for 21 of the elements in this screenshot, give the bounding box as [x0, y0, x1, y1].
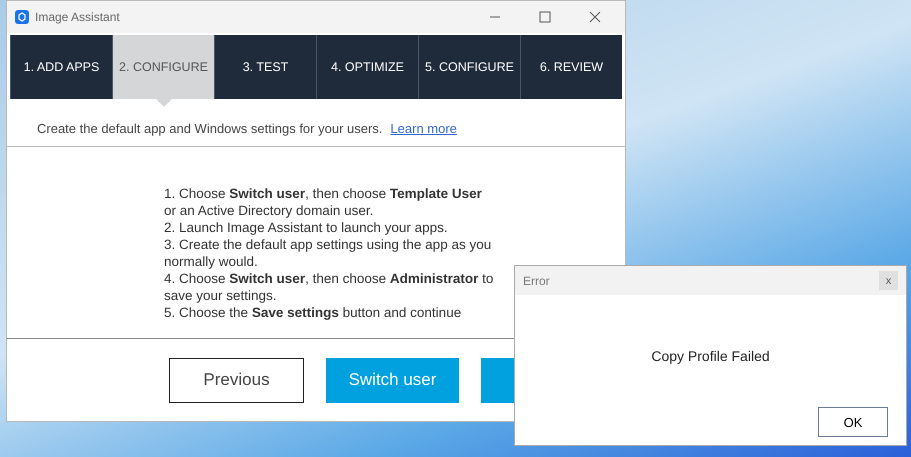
step-tab[interactable]: 5. CONFIGURE [418, 35, 520, 99]
window-title: Image Assistant [35, 10, 120, 24]
step-tab[interactable]: 4. OPTIMIZE [316, 35, 418, 99]
step-tab[interactable]: 3. TEST [214, 35, 316, 99]
instruction-step: 2. Launch Image Assistant to launch your apps. [164, 219, 494, 236]
app-icon [15, 10, 29, 24]
dialog-title: Error [523, 274, 550, 288]
description-text: Create the default app and Windows settings for your users. [37, 121, 382, 136]
instruction-step: 1. Choose Switch user, then choose Template User or an Active Directory domain user. [164, 185, 494, 219]
close-icon[interactable] [589, 11, 601, 23]
close-button[interactable]: x [879, 271, 898, 290]
step-tab[interactable]: 6. REVIEW [520, 35, 622, 99]
wizard-button[interactable]: Previous [169, 358, 304, 402]
pointer-icon [156, 99, 172, 107]
error-message: Copy Profile Failed [651, 348, 770, 364]
ok-button[interactable]: OK [818, 407, 888, 437]
instruction-step: 4. Choose Switch user, then choose Administrator to save your settings. [164, 270, 494, 304]
maximize-icon[interactable] [539, 11, 551, 23]
instruction-step: 5. Choose the Save settings button and continue [164, 304, 494, 321]
instruction-step: 3. Create the default app settings using the app as you normally would. [164, 236, 494, 270]
learn-more-link[interactable]: Learn more [390, 121, 457, 136]
